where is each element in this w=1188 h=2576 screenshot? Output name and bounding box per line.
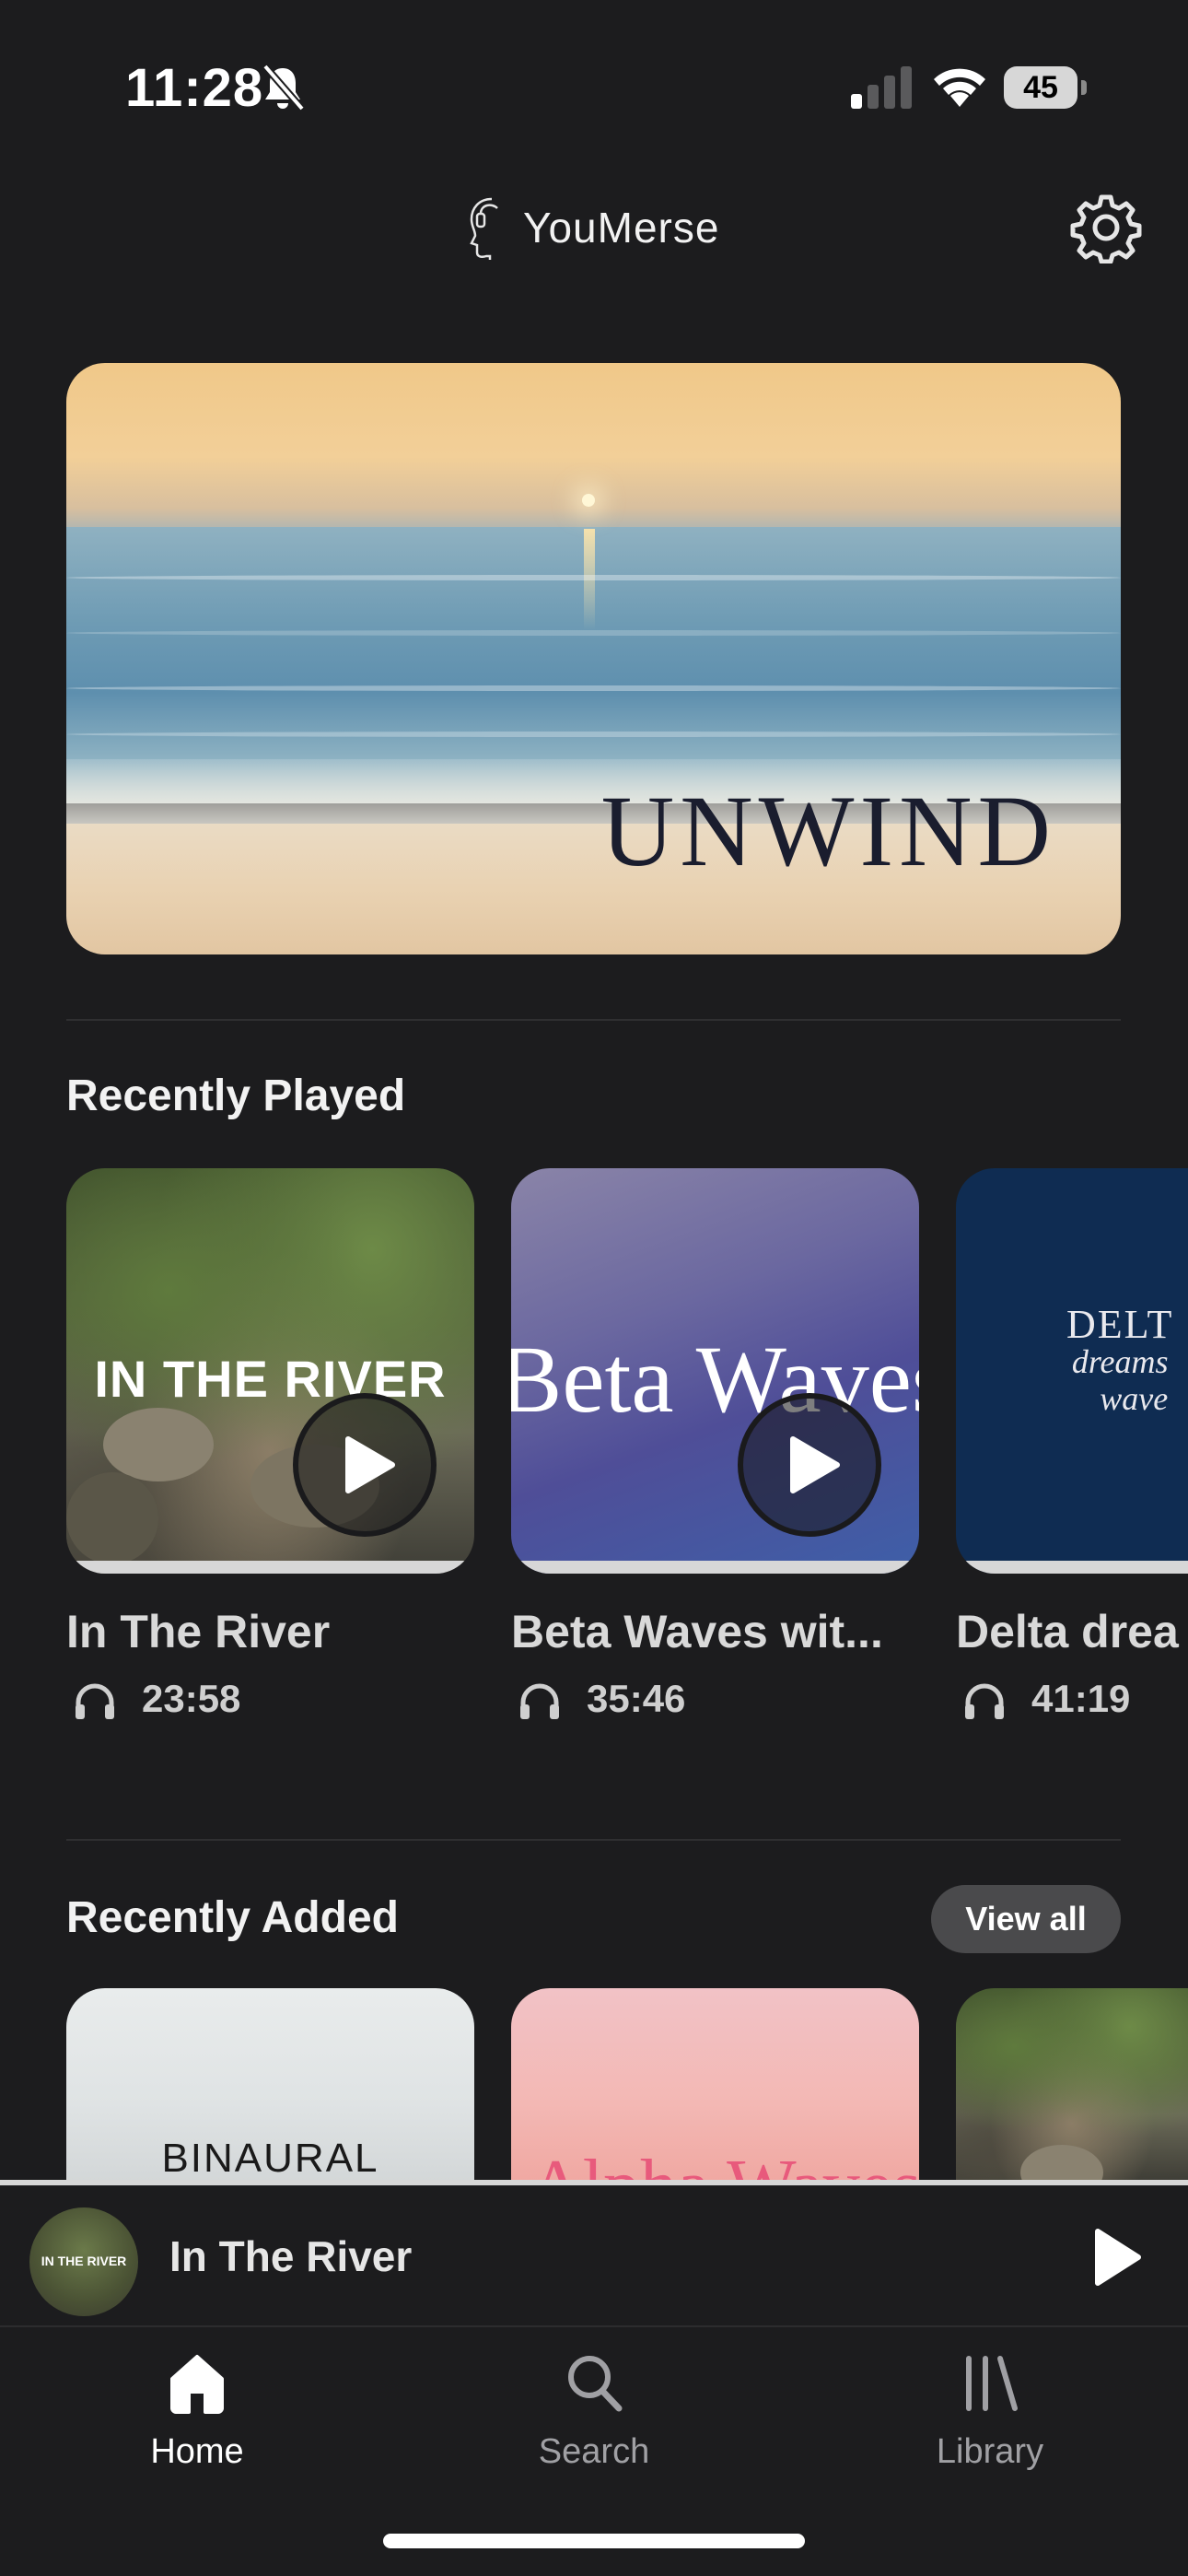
card-duration: 41:19 [1031,1677,1131,1720]
home-indicator[interactable] [383,2534,805,2548]
recently-played-card-delta[interactable]: DELT dreams wave [956,1168,1188,1574]
play-icon [345,1436,395,1493]
card-art-text: Alpha Waves [530,2145,919,2182]
head-headphones-logo-icon [470,197,498,260]
battery-indicator: 45 [1004,66,1087,109]
mini-player-artwork: IN THE RIVER [29,2207,138,2316]
tab-library[interactable]: Library [852,2340,1128,2497]
app-title: YouMerse [523,204,720,252]
card-title[interactable]: Delta drea [956,1605,1179,1658]
play-icon [790,1436,840,1493]
card-art-text: BINAURAL [161,2136,379,2181]
card-progress-bar [511,1561,919,1574]
play-button[interactable] [293,1393,437,1537]
mini-player[interactable]: IN THE RIVER In The River [0,2180,1188,2325]
app-header: YouMerse [0,184,1188,276]
cellular-signal-icon [851,66,912,109]
gear-icon[interactable] [1070,192,1142,263]
card-title[interactable]: Beta Waves wit... [511,1605,883,1658]
mini-player-title: In The River [169,2232,413,2280]
art-line: wave [1100,1380,1169,1417]
banner-wave [66,685,1121,691]
home-screen: 11:28 45 YouMerse UNWIND Recently Played… [0,0,1188,2576]
rock [66,1472,158,1564]
recently-added-card-alpha[interactable]: Alpha Waves [511,1988,919,2182]
bell-muted-icon [262,64,306,111]
section-divider [66,1019,1121,1021]
banner-sun [582,494,595,507]
view-all-button[interactable]: View all [931,1885,1121,1953]
art-line: DELT [1066,1302,1174,1347]
card-duration: 23:58 [142,1677,241,1720]
play-button[interactable] [738,1393,881,1537]
recently-played-card-beta[interactable]: Beta Waves [511,1168,919,1574]
play-icon[interactable] [1092,2228,1144,2287]
artwork-text: IN THE RIVER [41,2254,127,2268]
banner-wave [66,575,1121,580]
banner-title: UNWIND [600,775,1056,887]
library-icon [966,2356,1018,2411]
card-art-text: DELT dreams wave [1066,1302,1174,1418]
status-bar: 11:28 45 [0,0,1188,175]
recently-played-title: Recently Played [66,1071,406,1120]
headphones-icon [520,1683,559,1719]
card-title[interactable]: In The River [66,1605,330,1658]
art-line: dreams [1071,1343,1169,1380]
tab-label: Home [150,2432,244,2471]
battery-level: 45 [1023,70,1058,105]
wifi-icon [934,68,985,107]
banner-sky [66,363,1121,533]
card-art-text: IN THE RIVER [94,1350,447,1408]
card-progress-bar [66,1561,474,1574]
recently-added-card-binaural[interactable]: BINAURAL [66,1988,474,2182]
tab-search[interactable]: Search [456,2340,732,2497]
tabbar-divider [0,2325,1188,2327]
headphones-icon [76,1683,114,1719]
headphones-icon [965,1683,1004,1719]
card-progress-bar [956,1561,1188,1574]
section-divider [66,1839,1121,1841]
search-icon [568,2356,623,2412]
card-duration: 35:46 [587,1677,686,1720]
tab-label: Search [538,2432,650,2471]
banner-wave [66,630,1121,636]
recently-played-card-river[interactable]: IN THE RIVER [66,1168,474,1574]
home-icon [170,2355,224,2414]
tab-label: Library [936,2432,1044,2471]
battery-tip [1081,80,1087,95]
banner-wave [66,732,1121,737]
recently-added-title: Recently Added [66,1893,399,1942]
rock [103,1408,214,1481]
featured-banner[interactable]: UNWIND [66,363,1121,954]
tab-home[interactable]: Home [59,2340,335,2497]
status-time: 11:28 [125,58,264,118]
recently-added-card-river[interactable] [956,1988,1188,2182]
